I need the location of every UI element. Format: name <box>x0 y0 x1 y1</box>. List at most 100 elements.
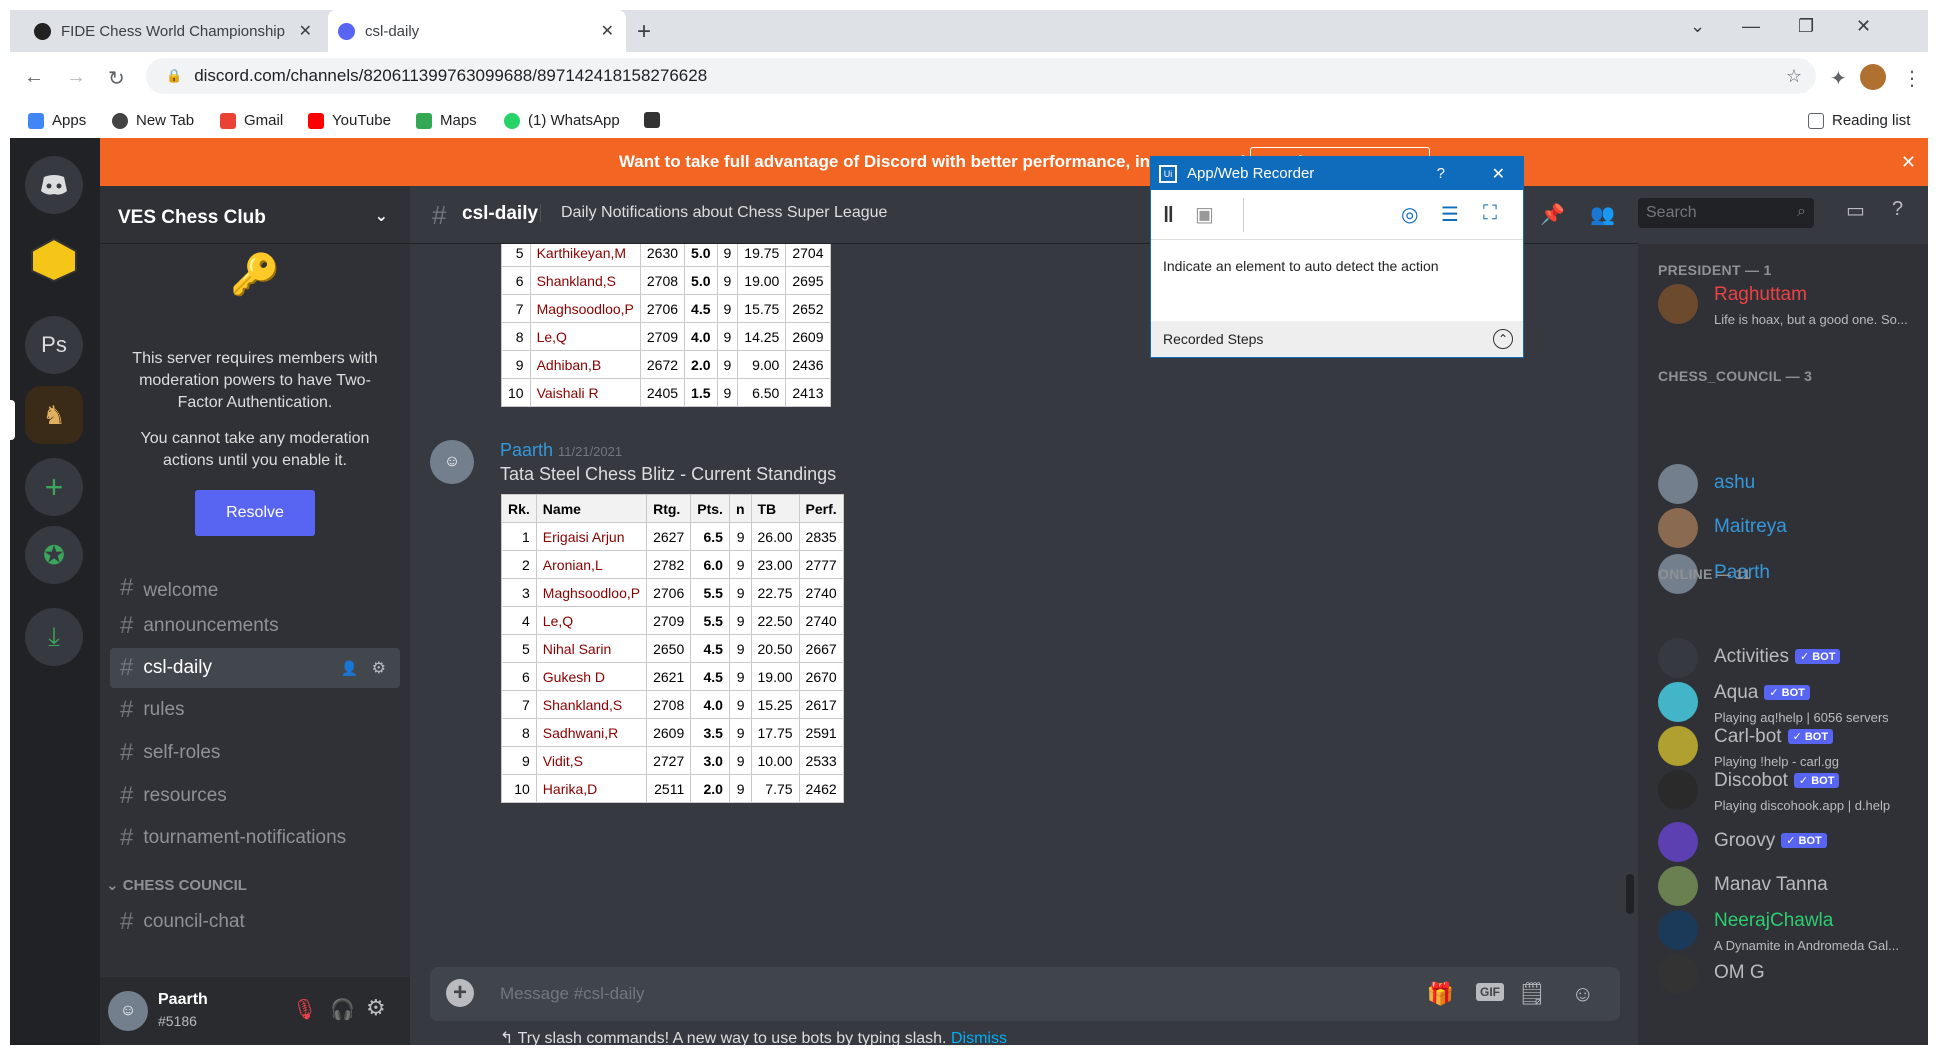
member-item[interactable]: Activities ✓ BOT <box>1658 636 1928 684</box>
collapse-chevron-up-icon[interactable]: ⌃ <box>1493 329 1513 349</box>
bookmark-maps[interactable]: Maps <box>416 112 477 129</box>
member-item[interactable]: Manav Tanna <box>1658 864 1928 912</box>
member-item[interactable]: OM G <box>1658 952 1928 1000</box>
standings-table-2: Rk. Name Rtg. Pts. n TB Perf. 1 Erigaisi Arjun 2… <box>501 494 844 803</box>
dismiss-link[interactable]: Dismiss <box>951 1030 1007 1045</box>
member-item[interactable]: ashu <box>1658 462 1928 510</box>
forward-icon[interactable]: → <box>66 66 86 89</box>
channel-self-roles[interactable]: # self-roles <box>110 733 400 773</box>
category-chess-council[interactable]: ⌄ CHESS COUNCIL <box>106 876 247 894</box>
pause-icon[interactable]: ‖ <box>1163 202 1174 228</box>
attach-plus-icon[interactable]: + <box>446 979 474 1007</box>
table-cell: 6.5 <box>690 522 730 551</box>
resolve-button[interactable]: Resolve <box>195 490 315 536</box>
minimize-icon[interactable]: — <box>1742 16 1760 37</box>
member-item[interactable]: Aqua ✓ BOT Playing aq!help | 6056 servers <box>1658 680 1928 728</box>
channel-welcome[interactable]: # welcome <box>110 576 400 602</box>
help-icon[interactable]: ? <box>1892 198 1903 221</box>
channel-tournament-notifications[interactable]: # tournament-notifications <box>110 818 400 858</box>
table-header-cell: n <box>728 494 752 523</box>
message-composer[interactable]: + Message #csl-daily 🎁 GIF 🗒 ☺ <box>430 967 1620 1021</box>
mute-mic-icon[interactable]: 🎙 <box>292 997 317 1022</box>
bookmark-youtube[interactable]: YouTube <box>308 112 391 129</box>
recorder-help-button[interactable]: ? <box>1437 165 1445 182</box>
close-banner-icon[interactable]: ✕ <box>1901 152 1916 173</box>
member-item[interactable]: Groovy ✓ BOT <box>1658 820 1928 868</box>
steps-list-icon[interactable]: ☰ <box>1441 202 1459 227</box>
save-icon[interactable]: ▣ <box>1195 202 1214 227</box>
restore-icon[interactable]: ❐ <box>1798 16 1814 37</box>
bookmark-whatsapp[interactable]: (1) WhatsApp <box>504 112 620 129</box>
target-icon[interactable]: ◎ <box>1401 202 1418 227</box>
member-item[interactable]: Discobot ✓ BOT Playing discohook.app | d.h… <box>1658 768 1928 816</box>
avatar[interactable]: ☺ <box>108 991 148 1031</box>
user-settings-icon[interactable]: ⚙ <box>366 995 386 1021</box>
message-author[interactable]: Paarth <box>500 440 553 461</box>
bookmark-gmail[interactable]: Gmail <box>220 112 283 129</box>
search-input[interactable]: Search ⌕ <box>1638 198 1814 228</box>
channel-council-chat[interactable]: # council-chat <box>110 902 400 942</box>
server-ps-icon[interactable]: Ps <box>25 316 83 374</box>
apps-grid-icon <box>28 112 44 129</box>
settings-gear-icon[interactable]: ⚙ <box>372 658 386 678</box>
ves-chess-server-icon[interactable]: ♞ <box>25 386 83 444</box>
profile-avatar[interactable] <box>1860 64 1886 90</box>
table-row: 8 Sadhwani,R 2609 3.5 9 17.75 2591 <box>501 718 844 747</box>
reload-icon[interactable]: ↻ <box>108 66 125 91</box>
channel-announcements[interactable]: # announcements <box>110 606 400 646</box>
recorded-steps-label: Recorded Steps <box>1163 331 1264 347</box>
codecell-server-icon[interactable] <box>25 236 83 284</box>
table-cell: Le,Q <box>529 322 641 351</box>
add-server-icon[interactable]: + <box>25 458 83 516</box>
pin-icon[interactable]: 📌 <box>1540 202 1565 227</box>
invite-icon[interactable]: 👤 <box>341 660 358 677</box>
emoji-icon[interactable]: ☺ <box>1572 981 1594 1007</box>
gif-icon[interactable]: GIF <box>1476 983 1504 1001</box>
close-tab-icon[interactable]: ✕ <box>299 21 312 41</box>
discord-home-icon[interactable] <box>25 156 83 214</box>
avatar <box>1658 866 1698 906</box>
tab-fide[interactable]: FIDE Chess World Championship ✕ <box>24 10 324 52</box>
table-row: 3 Maghsoodloo,P 2706 5.5 9 22.75 2740 <box>501 578 844 607</box>
recorded-steps-bar[interactable]: Recorded Steps ⌃ <box>1151 321 1523 357</box>
back-icon[interactable]: ← <box>24 66 44 89</box>
member-item[interactable]: NeerajChawla A Dynamite in Andromeda Gal.… <box>1658 908 1928 956</box>
table-cell: 14.25 <box>737 322 787 351</box>
bookmark-apps[interactable]: Apps <box>28 112 86 129</box>
avatar[interactable]: ☺ <box>430 440 474 484</box>
member-item[interactable]: Carl-bot ✓ BOT Playing !help - carl.gg <box>1658 724 1928 772</box>
channel-resources[interactable]: # resources <box>110 776 400 816</box>
member-list-icon[interactable]: 👥 <box>1590 202 1615 227</box>
tab-csl-daily[interactable]: csl-daily ✕ <box>328 10 626 52</box>
scrollbar[interactable] <box>1626 874 1634 914</box>
reading-list[interactable]: Reading list <box>1808 112 1910 129</box>
menu-icon[interactable]: ⋮ <box>1902 66 1922 91</box>
lock-icon: 🔒 <box>166 68 183 83</box>
extensions-icon[interactable]: ✦ <box>1830 66 1847 91</box>
table-cell: 6.0 <box>690 550 730 579</box>
table-cell: 5 <box>501 244 531 267</box>
gift-icon[interactable]: 🎁 <box>1427 981 1454 1007</box>
server-header[interactable]: VES Chess Club ⌄ <box>100 186 410 244</box>
channel-csl-daily[interactable]: # csl-daily 👤 ⚙ <box>110 648 400 688</box>
bookmark-image[interactable] <box>644 112 668 128</box>
new-tab-icon[interactable]: + <box>637 18 651 46</box>
bookmark-new-tab[interactable]: New Tab <box>112 112 194 129</box>
close-window-icon[interactable]: ✕ <box>1856 16 1871 37</box>
member-item[interactable]: Maitreya <box>1658 506 1928 554</box>
screenshot-icon[interactable]: ⛶ <box>1483 202 1497 225</box>
sticker-icon[interactable]: 🗒 <box>1518 981 1546 1007</box>
headphones-icon[interactable]: 🎧 <box>330 997 355 1022</box>
inbox-icon[interactable]: ▭ <box>1846 198 1865 223</box>
table-cell: 19.00 <box>750 662 800 691</box>
channel-rules[interactable]: # rules <box>110 690 400 730</box>
close-icon[interactable]: ✕ <box>1492 164 1505 184</box>
url-field[interactable]: 🔒 discord.com/channels/82061139976309968… <box>146 58 1816 94</box>
explore-servers-icon[interactable]: ✪ <box>25 526 83 584</box>
member-item[interactable]: Raghuttam Life is hoax, but a good one. S… <box>1658 282 1928 330</box>
download-apps-icon[interactable]: ⤓ <box>25 608 83 666</box>
member-name-text: OM G <box>1714 962 1765 983</box>
bookmark-star-icon[interactable]: ☆ <box>1786 66 1802 87</box>
close-tab-icon[interactable]: ✕ <box>601 21 614 41</box>
tab-search-icon[interactable]: ⌄ <box>1690 16 1705 37</box>
